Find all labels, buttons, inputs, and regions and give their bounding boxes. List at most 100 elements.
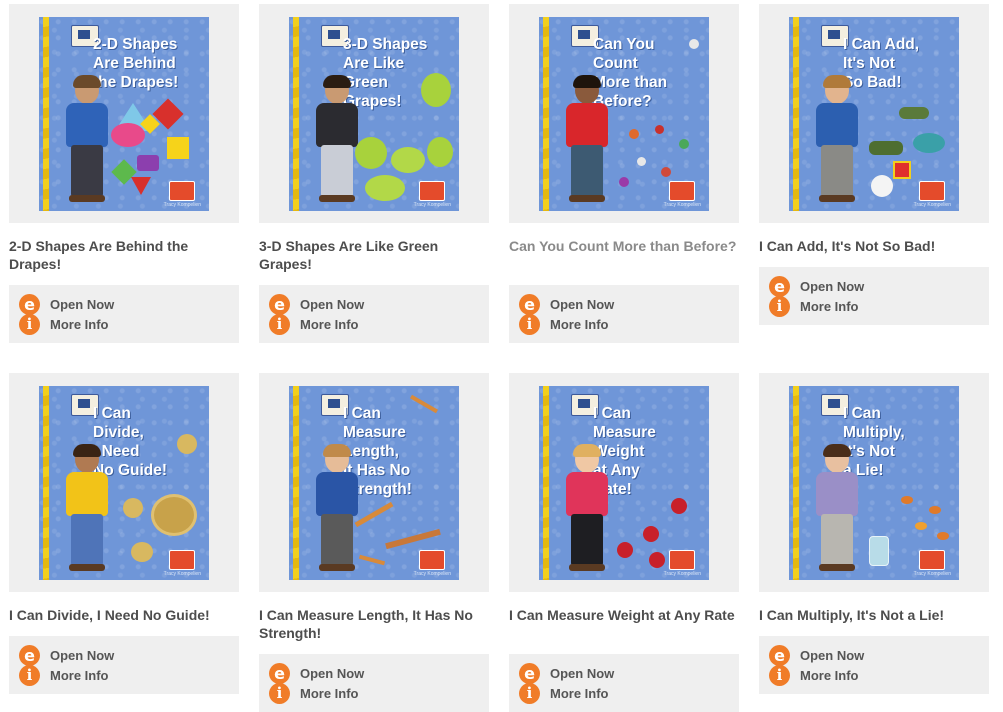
child-figure bbox=[561, 444, 613, 572]
child-figure bbox=[811, 75, 863, 203]
marble-image bbox=[655, 125, 664, 134]
open-now-link[interactable]: e Open Now bbox=[19, 645, 115, 666]
book-title[interactable]: Can You Count More than Before? bbox=[509, 237, 739, 255]
bowl-image bbox=[131, 542, 153, 562]
info-icon: i bbox=[19, 314, 40, 335]
book-title[interactable]: I Can Divide, I Need No Guide! bbox=[9, 606, 239, 624]
child-figure bbox=[311, 444, 363, 572]
grapes-image bbox=[365, 175, 405, 201]
book-cover-frame[interactable]: I Can Add, It's Not So Bad! Tracy Kompel… bbox=[759, 4, 989, 223]
open-now-link[interactable]: e Open Now bbox=[269, 663, 365, 684]
open-now-label: Open Now bbox=[800, 279, 865, 294]
toy-dinosaur-image bbox=[899, 107, 929, 119]
info-icon: i bbox=[269, 314, 290, 335]
more-info-link[interactable]: i More Info bbox=[769, 665, 859, 686]
more-info-link[interactable]: i More Info bbox=[519, 683, 609, 704]
book-title[interactable]: I Can Add, It's Not So Bad! bbox=[759, 237, 989, 255]
open-now-label: Open Now bbox=[50, 297, 115, 312]
book-actions: e Open Now i More Info bbox=[509, 654, 739, 712]
marble-image bbox=[629, 129, 639, 139]
butterfly-image bbox=[937, 532, 949, 540]
red-triangle-shape bbox=[131, 177, 151, 195]
circle-shape bbox=[111, 123, 145, 147]
bowl-image bbox=[123, 498, 143, 518]
more-info-label: More Info bbox=[800, 299, 859, 314]
ebook-open-icon: e bbox=[519, 294, 540, 315]
cover-author: Tracy Kompelien bbox=[163, 571, 201, 577]
book-title[interactable]: I Can Multiply, It's Not a Lie! bbox=[759, 606, 989, 624]
cover-author: Tracy Kompelien bbox=[663, 571, 701, 577]
toy-lamb-image bbox=[871, 175, 893, 197]
open-now-label: Open Now bbox=[550, 666, 615, 681]
more-info-link[interactable]: i More Info bbox=[19, 665, 109, 686]
book-actions: e Open Now i More Info bbox=[259, 285, 489, 343]
marble-image bbox=[679, 139, 689, 149]
book-title[interactable]: 2-D Shapes Are Behind the Drapes! bbox=[9, 237, 239, 273]
grapes-image bbox=[355, 137, 387, 169]
more-info-label: More Info bbox=[550, 317, 609, 332]
apple-image bbox=[671, 498, 687, 514]
book-title[interactable]: I Can Measure Length, It Has No Strength… bbox=[259, 606, 489, 642]
book-title[interactable]: 3-D Shapes Are Like Green Grapes! bbox=[259, 237, 489, 273]
more-info-link[interactable]: i More Info bbox=[769, 296, 859, 317]
child-figure bbox=[311, 75, 363, 203]
book-cover-frame[interactable]: I Can Measure Length, It Has No Strength… bbox=[259, 373, 489, 592]
more-info-link[interactable]: i More Info bbox=[519, 314, 609, 335]
book-cover-image[interactable]: 3-D Shapes Are Like Green Grapes! Tracy … bbox=[289, 17, 459, 211]
open-now-link[interactable]: e Open Now bbox=[269, 294, 364, 315]
more-info-link[interactable]: i More Info bbox=[269, 683, 359, 704]
book-actions: e Open Now i More Info bbox=[759, 267, 989, 325]
ebook-open-icon: e bbox=[269, 663, 290, 684]
more-info-label: More Info bbox=[50, 668, 109, 683]
ebook-open-icon: e bbox=[19, 294, 40, 315]
book-cover-image[interactable]: I Can Measure Length, It Has No Strength… bbox=[289, 386, 459, 580]
cover-author: Tracy Kompelien bbox=[413, 202, 451, 208]
info-icon: i bbox=[769, 665, 790, 686]
open-now-label: Open Now bbox=[550, 297, 615, 312]
book-cover-image[interactable]: 2-D Shapes Are Behind the Drapes! Tracy … bbox=[39, 17, 209, 211]
book-cover-frame[interactable]: Can You Count More than Before? Tracy Ko… bbox=[509, 4, 739, 223]
publisher-logo bbox=[169, 181, 195, 201]
book-title[interactable]: I Can Measure Weight at Any Rate bbox=[509, 606, 739, 624]
more-info-link[interactable]: i More Info bbox=[269, 314, 359, 335]
book-cover-image[interactable]: I Can Multiply, It's Not a Lie! Tracy Ko… bbox=[789, 386, 959, 580]
book-cover-image[interactable]: I Can Measure Weight at Any Rate! Tracy … bbox=[539, 386, 709, 580]
grapes-image bbox=[391, 147, 425, 173]
info-icon: i bbox=[519, 683, 540, 704]
hexagon-shape bbox=[137, 155, 159, 171]
open-now-label: Open Now bbox=[300, 666, 365, 681]
publisher-logo bbox=[919, 181, 945, 201]
info-icon: i bbox=[269, 683, 290, 704]
open-now-label: Open Now bbox=[50, 648, 115, 663]
publisher-logo bbox=[919, 550, 945, 570]
cover-author: Tracy Kompelien bbox=[413, 571, 451, 577]
more-info-label: More Info bbox=[50, 317, 109, 332]
book-cover-image[interactable]: I Can Divide, I Need No Guide! Tracy Kom… bbox=[39, 386, 209, 580]
publisher-logo bbox=[669, 181, 695, 201]
ruler-image bbox=[385, 528, 441, 550]
book-cover-frame[interactable]: I Can Divide, I Need No Guide! Tracy Kom… bbox=[9, 373, 239, 592]
open-now-link[interactable]: e Open Now bbox=[519, 663, 615, 684]
open-now-link[interactable]: e Open Now bbox=[769, 645, 865, 666]
open-now-link[interactable]: e Open Now bbox=[519, 294, 615, 315]
book-actions: e Open Now i More Info bbox=[9, 285, 239, 343]
book-cover-image[interactable]: Can You Count More than Before? Tracy Ko… bbox=[539, 17, 709, 211]
toy-cube-image bbox=[893, 161, 911, 179]
more-info-link[interactable]: i More Info bbox=[19, 314, 109, 335]
apple-image bbox=[649, 552, 665, 568]
book-cover-frame[interactable]: I Can Multiply, It's Not a Lie! Tracy Ko… bbox=[759, 373, 989, 592]
book-cover-image[interactable]: I Can Add, It's Not So Bad! Tracy Kompel… bbox=[789, 17, 959, 211]
book-cover-frame[interactable]: 3-D Shapes Are Like Green Grapes! Tracy … bbox=[259, 4, 489, 223]
more-info-label: More Info bbox=[550, 686, 609, 701]
cover-stripe bbox=[543, 386, 549, 580]
cover-stripe bbox=[293, 17, 299, 211]
book-cover-frame[interactable]: I Can Measure Weight at Any Rate! Tracy … bbox=[509, 373, 739, 592]
open-now-link[interactable]: e Open Now bbox=[769, 276, 865, 297]
book-cover-frame[interactable]: 2-D Shapes Are Behind the Drapes! Tracy … bbox=[9, 4, 239, 223]
child-figure bbox=[61, 444, 113, 572]
open-now-link[interactable]: e Open Now bbox=[19, 294, 115, 315]
child-figure bbox=[811, 444, 863, 572]
publisher-logo bbox=[669, 550, 695, 570]
grapes-image bbox=[427, 137, 453, 167]
open-now-label: Open Now bbox=[800, 648, 865, 663]
